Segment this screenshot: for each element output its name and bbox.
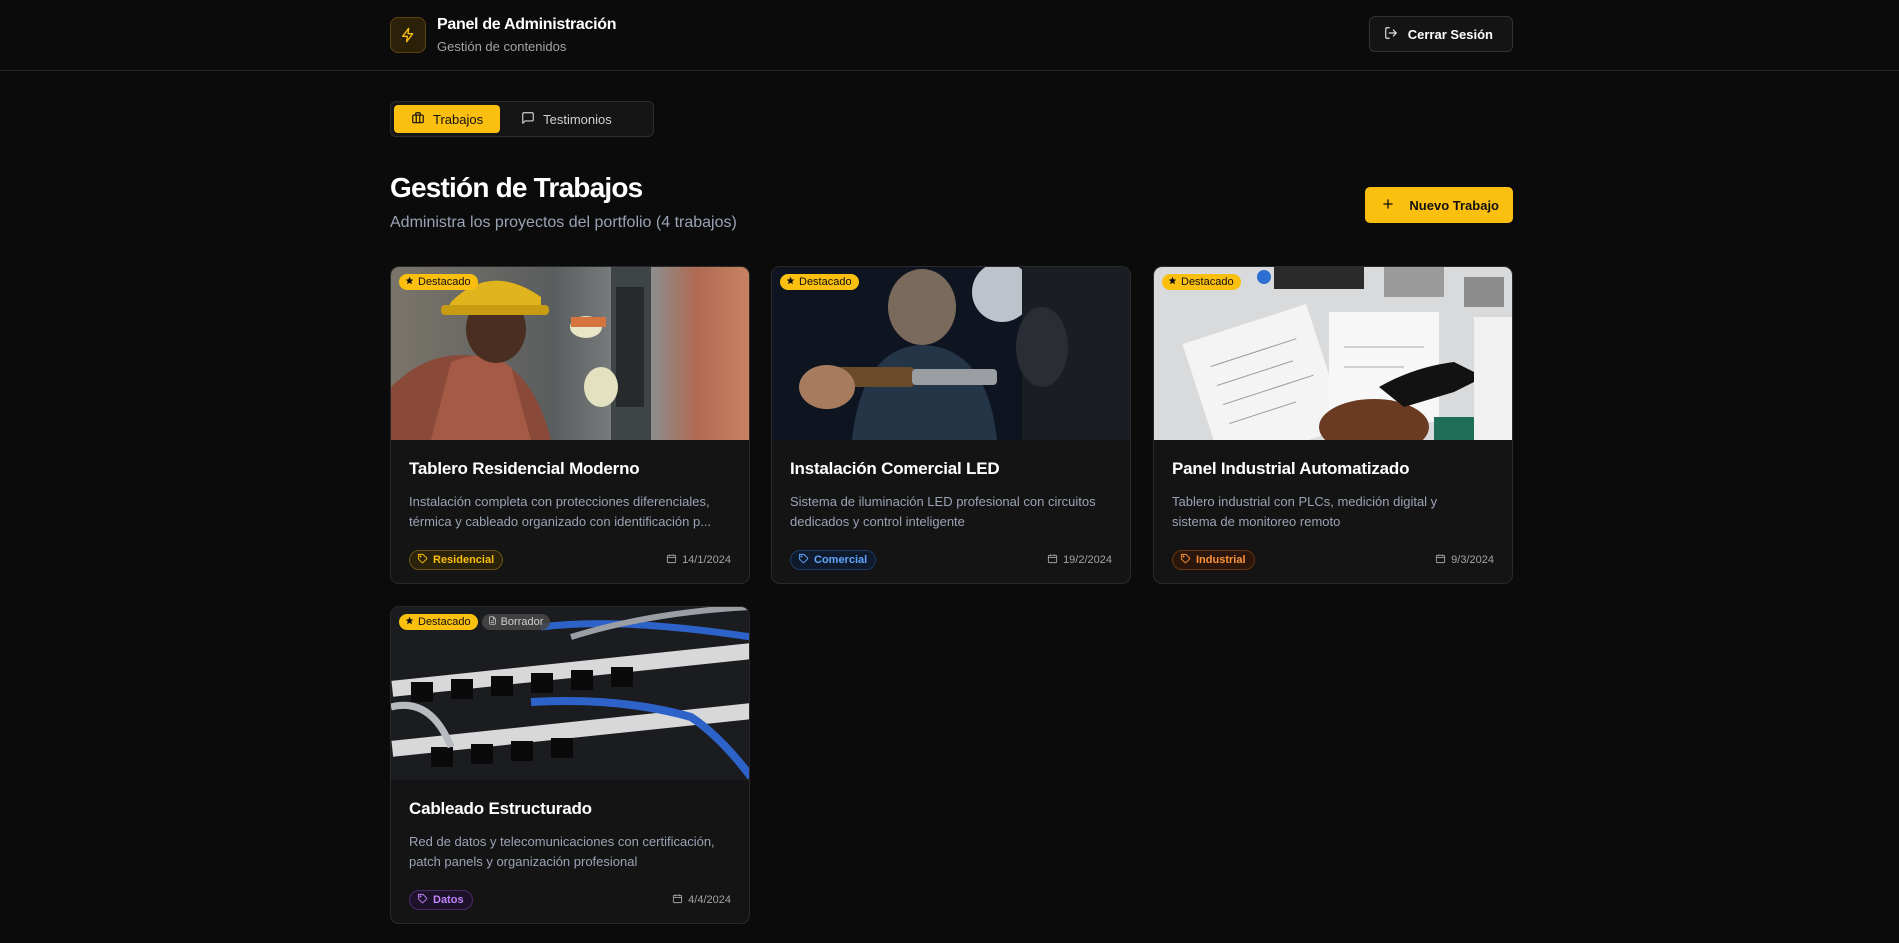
draft-badge: Borrador [481, 614, 551, 630]
category-label: Industrial [1196, 554, 1246, 566]
featured-badge: Destacado [780, 274, 859, 290]
tab-label: Trabajos [433, 111, 484, 127]
project-card[interactable]: Destacado Borrador Cableado Estructurado… [390, 606, 750, 924]
tab-label: Testimonios [543, 111, 612, 127]
file-icon [488, 616, 497, 628]
star-icon [405, 276, 414, 288]
project-card[interactable]: Destacado Tablero Residencial Moderno In… [390, 266, 750, 584]
category-tag: Industrial [1172, 550, 1255, 570]
star-icon [405, 616, 414, 628]
project-description: Tablero industrial con PLCs, medición di… [1172, 492, 1494, 532]
tag-icon [417, 893, 428, 907]
new-job-button[interactable]: Nuevo Trabajo [1365, 187, 1513, 223]
calendar-icon [1047, 553, 1058, 567]
featured-badge: Destacado [399, 274, 478, 290]
logout-icon [1384, 26, 1398, 43]
plus-icon [1381, 197, 1395, 214]
page-title: Gestión de Trabajos [390, 172, 643, 203]
lightning-icon [390, 17, 426, 53]
section-tabs: Trabajos Testimonios [390, 101, 654, 137]
date-label: 4/4/2024 [688, 894, 731, 906]
project-date: 14/1/2024 [666, 553, 731, 567]
category-label: Residencial [433, 554, 495, 566]
project-date: 19/2/2024 [1047, 553, 1112, 567]
tag-icon [798, 553, 809, 567]
tag-icon [417, 553, 428, 567]
project-date: 4/4/2024 [672, 893, 731, 907]
project-title: Instalación Comercial LED [790, 459, 1000, 478]
project-card[interactable]: Destacado Panel Industrial Automatizado … [1153, 266, 1513, 584]
project-description-line: sistema de monitoreo remoto [1172, 514, 1341, 529]
project-description-line: dedicados y control inteligente [790, 514, 965, 529]
project-description-line: Tablero industrial con PLCs, medición di… [1172, 494, 1438, 509]
featured-label: Destacado [418, 276, 471, 288]
project-description: Instalación completa con protecciones di… [409, 492, 731, 532]
star-icon [1168, 276, 1177, 288]
logout-button[interactable]: Cerrar Sesión [1368, 16, 1513, 52]
page-subtitle: Administra los proyectos del portfolio (… [390, 214, 737, 231]
new-job-label: Nuevo Trabajo [1409, 197, 1499, 213]
date-label: 14/1/2024 [682, 554, 731, 566]
brand: Panel de Administración Gestión de conte… [390, 16, 617, 54]
project-card[interactable]: Destacado Instalación Comercial LED Sist… [771, 266, 1131, 584]
star-icon [786, 276, 795, 288]
category-label: Datos [433, 894, 464, 906]
logout-label: Cerrar Sesión [1407, 26, 1493, 42]
project-description-line: térmica y cableado organizado con identi… [409, 514, 712, 529]
project-title: Tablero Residencial Moderno [409, 459, 640, 478]
project-image: Destacado [391, 267, 749, 440]
calendar-icon [672, 893, 683, 907]
category-label: Comercial [814, 554, 868, 566]
featured-badge: Destacado [1162, 274, 1241, 290]
project-description-line: Sistema de iluminación LED profesional c… [790, 494, 1096, 509]
calendar-icon [1435, 553, 1446, 567]
date-label: 19/2/2024 [1063, 554, 1112, 566]
category-tag: Residencial [409, 550, 504, 570]
project-image: Destacado Borrador [391, 607, 749, 780]
date-label: 9/3/2024 [1451, 554, 1494, 566]
featured-label: Destacado [418, 616, 471, 628]
tag-icon [1180, 553, 1191, 567]
project-description: Red de datos y telecomunicaciones con ce… [409, 832, 731, 872]
briefcase-icon [411, 111, 425, 128]
project-description-line: patch panels y organización profesional [409, 854, 638, 869]
tab-testimonios[interactable]: Testimonios [504, 105, 629, 133]
message-icon [521, 111, 535, 128]
project-description-line: Instalación completa con protecciones di… [409, 494, 710, 509]
calendar-icon [666, 553, 677, 567]
project-description-line: Red de datos y telecomunicaciones con ce… [409, 834, 715, 849]
project-image: Destacado [1154, 267, 1512, 440]
category-tag: Datos [409, 890, 473, 910]
featured-label: Destacado [1181, 276, 1234, 288]
project-date: 9/3/2024 [1435, 553, 1494, 567]
project-title: Panel Industrial Automatizado [1172, 459, 1410, 478]
tab-trabajos[interactable]: Trabajos [394, 105, 501, 133]
app-subtitle: Gestión de contenidos [437, 39, 567, 54]
app-header: Panel de Administración Gestión de conte… [0, 0, 1899, 71]
featured-badge: Destacado [399, 614, 478, 630]
category-tag: Comercial [790, 550, 877, 570]
project-image: Destacado [772, 267, 1130, 440]
project-title: Cableado Estructurado [409, 799, 592, 818]
draft-label: Borrador [500, 616, 544, 628]
project-description: Sistema de iluminación LED profesional c… [790, 492, 1112, 532]
app-title: Panel de Administración [437, 16, 617, 33]
featured-label: Destacado [799, 276, 852, 288]
